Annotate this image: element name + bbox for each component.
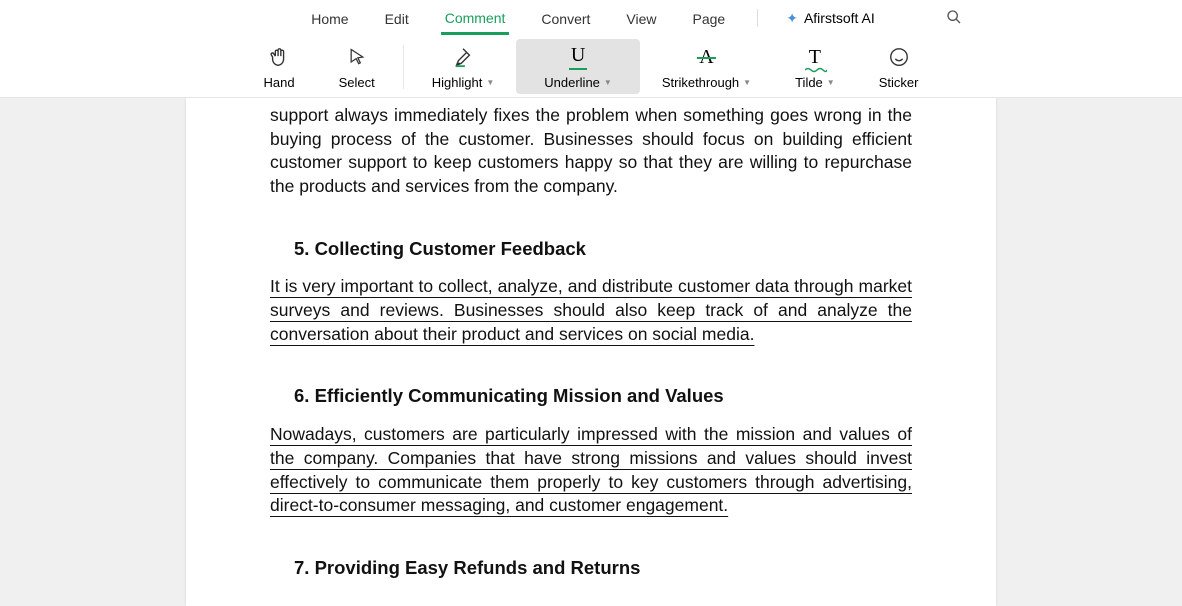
toolbar-divider [403,45,404,89]
hand-label: Hand [264,75,295,90]
sticker-label: Sticker [879,75,919,90]
underline-tool[interactable]: U Underline ▼ [516,39,640,94]
heading-7: 7. Providing Easy Refunds and Returns [294,556,912,581]
main-menu: Home Edit Comment Convert View Page ✦ Af… [0,0,1182,36]
highlight-tool[interactable]: Highlight ▼ [410,39,517,94]
sticker-tool[interactable]: Sticker [857,39,941,94]
menu-comment[interactable]: Comment [441,2,510,35]
cursor-icon [347,43,367,71]
tilde-tool[interactable]: T Tilde ▼ [773,39,857,94]
chevron-down-icon: ▼ [743,78,751,87]
underline-icon: U [569,43,587,71]
toolbar: Hand Select Highlight ▼ U Underline ▼ A … [0,36,1182,98]
chevron-down-icon: ▼ [604,78,612,87]
highlighter-icon [452,43,474,71]
sparkle-icon: ✦ [786,10,798,27]
heading-5: 5. Collecting Customer Feedback [294,237,912,262]
ai-brand[interactable]: ✦ Afirstsoft AI [786,10,875,27]
chevron-down-icon: ▼ [827,78,835,87]
menu-divider [757,9,758,27]
paragraph-5: It is very important to collect, analyze… [270,275,912,346]
document-page: support always immediately fixes the pro… [186,98,996,606]
menu-convert[interactable]: Convert [537,3,594,33]
select-label: Select [339,75,375,90]
search-icon[interactable] [946,9,962,28]
paragraph-fragment: support always immediately fixes the pro… [270,104,912,199]
hand-tool[interactable]: Hand [242,39,317,94]
hand-icon [268,43,290,71]
menu-edit[interactable]: Edit [381,3,413,33]
sticker-icon [888,43,910,71]
strikethrough-label: Strikethrough [662,75,739,90]
ai-label: Afirstsoft AI [804,10,875,26]
menu-home[interactable]: Home [307,3,352,33]
underline-label: Underline [544,75,600,90]
tilde-label: Tilde [795,75,823,90]
menu-page[interactable]: Page [689,3,730,33]
chevron-down-icon: ▼ [486,78,494,87]
paragraph-6: Nowadays, customers are particularly imp… [270,423,912,518]
menu-view[interactable]: View [622,3,660,33]
select-tool[interactable]: Select [317,39,397,94]
tilde-icon: T [809,43,821,71]
document-viewport[interactable]: support always immediately fixes the pro… [0,98,1182,606]
highlight-label: Highlight [432,75,483,90]
strikethrough-icon: A [699,43,713,71]
strikethrough-tool[interactable]: A Strikethrough ▼ [640,39,773,94]
heading-6: 6. Efficiently Communicating Mission and… [294,384,912,409]
